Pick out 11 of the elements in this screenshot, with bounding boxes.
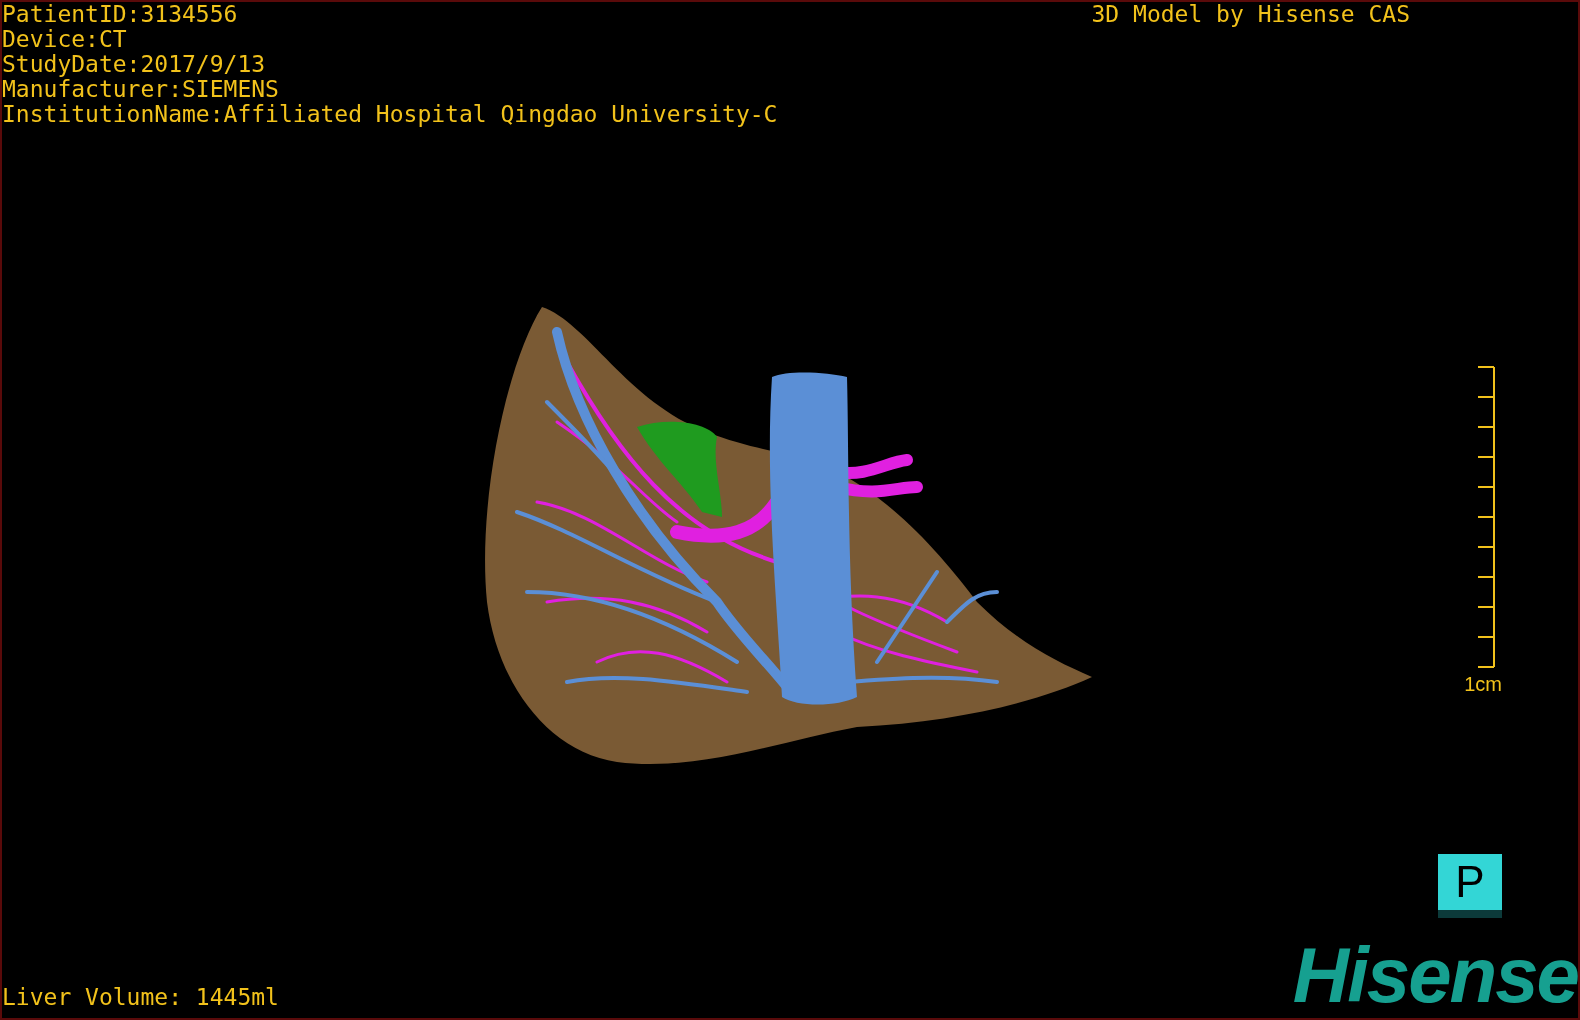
brand-logo: Hisense [1292,940,1578,1010]
patient-info-text: Device:CT [2,27,128,52]
scale-label: 1cm [1464,674,1502,694]
scale-bar-icon [1478,364,1496,670]
model-title: 3D Model by Hisense CAS [1091,2,1410,27]
patient-info-text: InstitutionName:Affiliated Hospital Qingdao University-C [2,102,778,127]
patient-info-text: PatientID:3134556 [2,2,239,27]
view-orientation-button[interactable]: P [1438,854,1502,918]
patient-info-text: Manufacturer:SIEMENS [2,77,280,102]
liver-volume-text: Liver Volume: 1445ml [2,985,279,1010]
patient-info-text: StudyDate:2017/9/13 [2,52,267,77]
